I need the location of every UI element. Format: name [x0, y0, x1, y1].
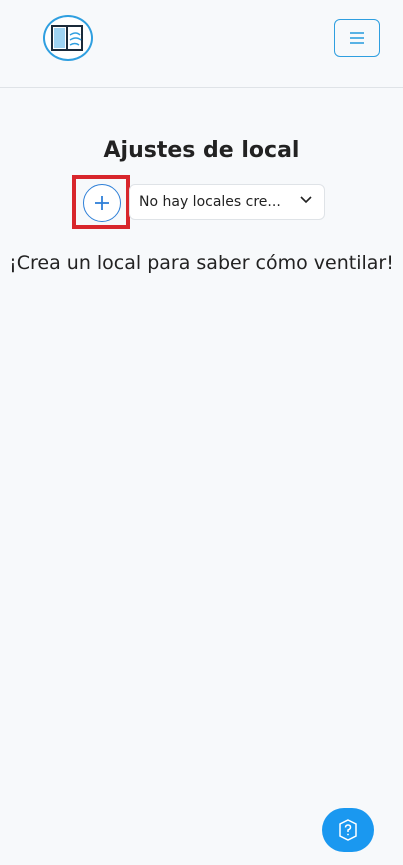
help-question-icon — [339, 819, 357, 841]
menu-button[interactable] — [334, 19, 380, 57]
local-select-value: No hay locales cre... — [139, 194, 281, 210]
chevron-down-icon — [300, 196, 312, 204]
app-header — [0, 0, 403, 88]
help-button[interactable] — [322, 808, 374, 852]
app-logo[interactable] — [43, 15, 93, 61]
hamburger-menu-icon — [350, 32, 364, 44]
plus-icon — [95, 196, 109, 210]
local-select[interactable]: No hay locales cre... — [129, 184, 325, 220]
window-airflow-logo-icon — [51, 25, 83, 51]
empty-state-message: ¡Crea un local para saber cómo ventilar! — [9, 252, 394, 274]
add-local-button[interactable] — [83, 184, 121, 222]
page-title: Ajustes de local — [103, 138, 300, 163]
